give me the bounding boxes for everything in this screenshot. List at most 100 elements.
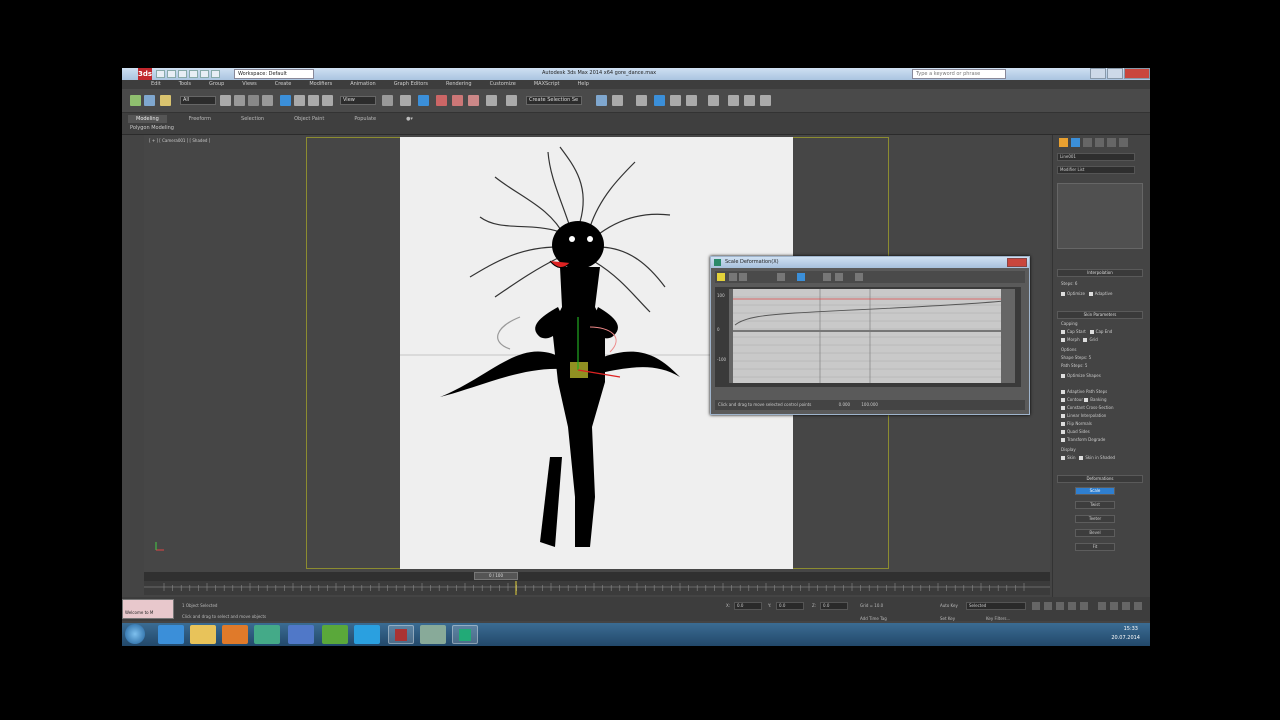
- photoshop-taskbar-icon[interactable]: [452, 625, 478, 644]
- window-crossing-icon[interactable]: [262, 95, 273, 106]
- maximize-viewport-icon[interactable]: [1134, 602, 1142, 610]
- option-contour-banking[interactable]: Contour Banking: [1061, 397, 1107, 402]
- new-file-icon[interactable]: [156, 70, 165, 78]
- option-quad-sides[interactable]: Quad Sides: [1061, 429, 1090, 434]
- key-filter-dropdown[interactable]: Selected: [966, 602, 1026, 610]
- select-by-name-icon[interactable]: [234, 95, 245, 106]
- menu-group[interactable]: Group: [200, 80, 233, 89]
- time-slider-track[interactable]: 0 / 100: [144, 572, 1050, 581]
- save-icon[interactable]: [178, 70, 187, 78]
- move-control-point-icon[interactable]: [777, 273, 785, 281]
- reset-curve-icon[interactable]: [855, 273, 863, 281]
- steps-spinner[interactable]: 6: [1075, 281, 1078, 286]
- clock-date[interactable]: 20.07.2014: [1111, 635, 1140, 641]
- save-disk-icon[interactable]: [288, 625, 314, 644]
- deformations-rollout[interactable]: Deformations: [1057, 475, 1143, 483]
- modify-tab-icon[interactable]: [1071, 138, 1080, 147]
- rectangular-selection-icon[interactable]: [248, 95, 259, 106]
- spinner-snap-icon[interactable]: [486, 95, 497, 106]
- edit-named-selection-icon[interactable]: [506, 95, 517, 106]
- media-player-icon[interactable]: [222, 625, 248, 644]
- utorrent-icon[interactable]: [322, 625, 348, 644]
- option-flip-normals[interactable]: Flip Normals: [1061, 421, 1092, 426]
- material-editor-icon[interactable]: [708, 95, 719, 106]
- go-to-start-icon[interactable]: [1032, 602, 1040, 610]
- bevel-deform-button[interactable]: Bevel: [1075, 529, 1115, 537]
- create-tab-icon[interactable]: [1059, 138, 1068, 147]
- 3dsmax-taskbar-icon[interactable]: [388, 625, 414, 644]
- object-name-field[interactable]: Line001: [1057, 153, 1135, 161]
- redo-icon[interactable]: [200, 70, 209, 78]
- maxscript-listener[interactable]: Welcome to M: [122, 599, 174, 619]
- selection-filter-dropdown[interactable]: All: [180, 96, 216, 105]
- minimize-button[interactable]: [1090, 68, 1106, 79]
- bind-space-warp-icon[interactable]: [160, 95, 171, 106]
- interpolation-rollout[interactable]: Interpolation: [1057, 269, 1143, 277]
- y-coord-field[interactable]: 0.0: [776, 602, 804, 610]
- play-icon[interactable]: [1056, 602, 1064, 610]
- tab-freeform[interactable]: Freeform: [181, 115, 219, 123]
- workspace-select[interactable]: Workspace: Default: [234, 69, 314, 79]
- mirror-icon[interactable]: [596, 95, 607, 106]
- option-constant-cross[interactable]: Constant Cross-Section: [1061, 405, 1114, 410]
- display-tab-icon[interactable]: [1107, 138, 1116, 147]
- menu-maxscript[interactable]: MAXScript: [525, 80, 569, 89]
- add-time-tag[interactable]: Add Time Tag: [860, 616, 887, 621]
- deformation-graph[interactable]: 100 0 -100: [715, 287, 1021, 387]
- internet-explorer-icon[interactable]: [158, 625, 184, 644]
- render-production-icon[interactable]: [760, 95, 771, 106]
- select-place-icon[interactable]: [322, 95, 333, 106]
- tab-populate[interactable]: Populate: [346, 115, 384, 123]
- tab-selection[interactable]: Selection: [233, 115, 272, 123]
- tab-object-paint[interactable]: Object Paint: [286, 115, 332, 123]
- go-to-end-icon[interactable]: [1080, 602, 1088, 610]
- select-object-icon[interactable]: [220, 95, 231, 106]
- cap-row[interactable]: Cap Start Cap End: [1061, 329, 1112, 334]
- teeter-deform-button[interactable]: Teeter: [1075, 515, 1115, 523]
- rendered-frame-window-icon[interactable]: [744, 95, 755, 106]
- display-x-axis-icon[interactable]: [729, 273, 737, 281]
- next-frame-icon[interactable]: [1068, 602, 1076, 610]
- key-filters-button[interactable]: Key Filters...: [986, 616, 1010, 621]
- align-icon[interactable]: [612, 95, 623, 106]
- delete-control-point-icon[interactable]: [835, 273, 843, 281]
- motion-tab-icon[interactable]: [1095, 138, 1104, 147]
- select-move-icon[interactable]: [280, 95, 291, 106]
- morph-grid-row[interactable]: Morph Grid: [1061, 337, 1098, 342]
- orbit-icon[interactable]: [1122, 602, 1130, 610]
- reference-coordinate-dropdown[interactable]: View: [340, 96, 376, 105]
- option-linear-interp[interactable]: Linear Interpolation: [1061, 413, 1106, 418]
- unlink-icon[interactable]: [144, 95, 155, 106]
- snaps-toggle-icon[interactable]: [436, 95, 447, 106]
- menu-edit[interactable]: Edit: [142, 80, 170, 89]
- angle-snap-icon[interactable]: [452, 95, 463, 106]
- dialog-value-2[interactable]: 100.000: [861, 402, 878, 407]
- named-selection-dropdown[interactable]: Create Selection Se: [526, 96, 582, 105]
- maximize-button[interactable]: [1107, 68, 1123, 79]
- x-coord-field[interactable]: 0.0: [734, 602, 762, 610]
- tab-modeling[interactable]: Modeling: [128, 115, 167, 123]
- twist-deform-button[interactable]: Twist: [1075, 501, 1115, 509]
- dialog-value-1[interactable]: 0.000: [839, 402, 850, 407]
- pivot-center-icon[interactable]: [382, 95, 393, 106]
- menu-create[interactable]: Create: [266, 80, 301, 89]
- open-file-icon[interactable]: [167, 70, 176, 78]
- z-coord-field[interactable]: 0.0: [820, 602, 848, 610]
- select-manipulate-icon[interactable]: [400, 95, 411, 106]
- zoom-icon[interactable]: [1098, 602, 1106, 610]
- menu-rendering[interactable]: Rendering: [437, 80, 481, 89]
- chrome-icon[interactable]: [254, 625, 280, 644]
- select-rotate-icon[interactable]: [294, 95, 305, 106]
- schematic-view-icon[interactable]: [686, 95, 697, 106]
- shape-steps-spinner[interactable]: 5: [1089, 355, 1092, 360]
- previous-frame-icon[interactable]: [1044, 602, 1052, 610]
- close-button[interactable]: [1124, 68, 1150, 79]
- path-steps-spinner[interactable]: 5: [1085, 363, 1088, 368]
- menu-views[interactable]: Views: [233, 80, 265, 89]
- auto-key-button[interactable]: Auto Key: [940, 603, 958, 608]
- menu-tools[interactable]: Tools: [170, 80, 200, 89]
- hierarchy-tab-icon[interactable]: [1083, 138, 1092, 147]
- optimize-row[interactable]: Optimize Adaptive: [1061, 291, 1112, 296]
- time-slider[interactable]: 0 / 100: [474, 572, 518, 580]
- modifier-stack[interactable]: [1057, 183, 1143, 249]
